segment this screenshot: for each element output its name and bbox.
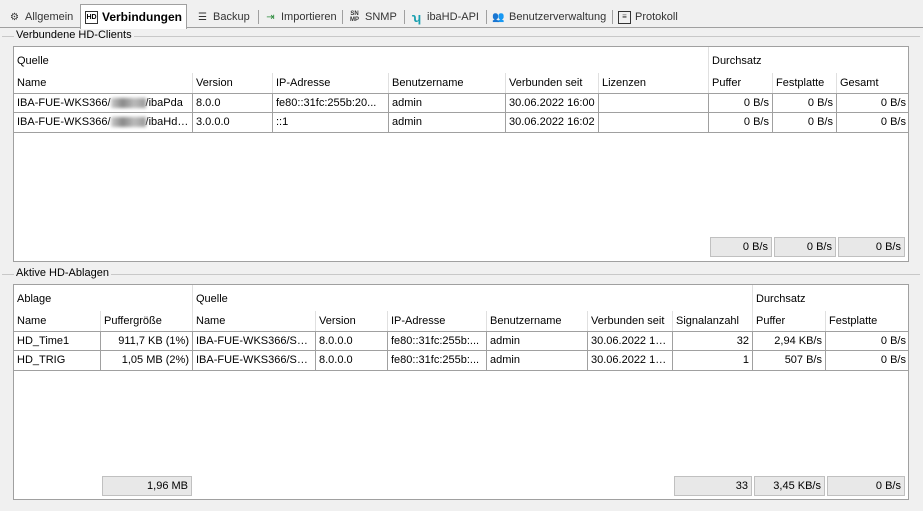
tab-protokoll[interactable]: ≡ Protokoll [614, 7, 682, 27]
import-icon: ⇥ [266, 11, 275, 23]
col-header-disk[interactable]: Festplatte [773, 73, 827, 93]
tab-allgemein[interactable]: ⚙ Allgemein [4, 7, 77, 27]
database-icon: ☰ [198, 11, 207, 23]
clients-table: Quelle Durchsatz Name Version IP-Adresse… [13, 46, 909, 262]
total-buffer: 0 B/s [710, 237, 772, 257]
col-header-store-name[interactable]: Name [14, 311, 49, 331]
table-row[interactable]: HD_Time1 911,7 KB (1%) IBA-FUE-WKS366/SY… [14, 331, 908, 351]
tab-ibahd-api[interactable]: ʮ ibaHD-API [406, 7, 483, 27]
col-header-total[interactable]: Gesamt [837, 73, 882, 93]
clients-group-title: Verbundene HD-Clients [14, 29, 134, 41]
col-header-buffer[interactable]: Puffer [753, 311, 788, 331]
col-header-ip[interactable]: IP-Adresse [273, 73, 333, 93]
hd-monitor-icon: HD [85, 10, 98, 24]
col-header-source-name[interactable]: Name [193, 311, 228, 331]
table-row[interactable]: IBA-FUE-WKS366//ibaHdSt... 3.0.0.0 ::1 a… [14, 113, 908, 133]
tab-snmp[interactable]: SN MP SNMP [344, 7, 401, 27]
total-disk: 0 B/s [827, 476, 905, 496]
col-header-name[interactable]: Name [14, 73, 49, 93]
total-buffer: 3,45 KB/s [754, 476, 825, 496]
col-header-buffer[interactable]: Puffer [709, 73, 744, 93]
tab-verbindungen[interactable]: HD Verbindungen [80, 4, 188, 29]
tab-importieren[interactable]: ⇥ Importieren [260, 7, 341, 27]
col-header-ip[interactable]: IP-Adresse [388, 311, 448, 331]
total-bufsize: 1,96 MB [102, 476, 192, 496]
log-icon: ≡ [618, 10, 631, 24]
stores-table: Ablage Quelle Durchsatz Name Puffergröße… [13, 284, 909, 500]
col-header-signals[interactable]: Signalanzahl [673, 311, 742, 331]
total-disk: 0 B/s [774, 237, 836, 257]
tab-backup[interactable]: ☰ Backup [192, 7, 254, 27]
col-header-licenses[interactable]: Lizenzen [599, 73, 649, 93]
col-header-since[interactable]: Verbunden seit [588, 311, 667, 331]
table-row[interactable]: HD_TRIG 1,05 MB (2%) IBA-FUE-WKS366/SYS.… [14, 351, 908, 371]
users-icon: 👥 [492, 11, 505, 23]
total-total: 0 B/s [838, 237, 905, 257]
col-header-user[interactable]: Benutzername [389, 73, 467, 93]
col-header-version[interactable]: Version [316, 311, 359, 331]
col-header-disk[interactable]: Festplatte [826, 311, 880, 331]
col-header-version[interactable]: Version [193, 73, 236, 93]
col-header-user[interactable]: Benutzername [487, 311, 565, 331]
total-signals: 33 [674, 476, 752, 496]
stores-group-title: Aktive HD-Ablagen [14, 267, 111, 279]
table-row[interactable]: IBA-FUE-WKS366//ibaPda 8.0.0 fe80::31fc:… [14, 93, 908, 113]
gear-icon: ⚙ [10, 11, 19, 23]
tab-bar: ⚙ Allgemein HD Verbindungen ☰ Backup ⇥ Impor… [0, 4, 923, 29]
redacted-text [110, 117, 146, 128]
col-header-bufsize[interactable]: Puffergröße [101, 311, 165, 331]
col-header-since[interactable]: Verbunden seit [506, 73, 585, 93]
tab-benutzerverwaltung[interactable]: 👥 Benutzerverwaltung [488, 7, 610, 27]
api-icon: ʮ [411, 9, 422, 25]
snmp-icon: SN MP [350, 10, 359, 23]
redacted-text [110, 98, 146, 109]
